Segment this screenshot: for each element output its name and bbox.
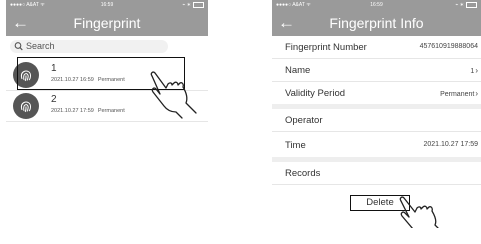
- divider: [272, 131, 481, 132]
- page-title: Fingerprint Info: [329, 15, 424, 31]
- status-time: 16:59: [100, 2, 114, 8]
- fingerprint-icon: [13, 93, 39, 119]
- fingerprint-meta: 2021.10.27 17:59 Permanent: [51, 108, 129, 114]
- chevron-right-icon: ›: [475, 89, 478, 98]
- info-row-name[interactable]: Name 1›: [272, 60, 481, 80]
- nav-bar: ← Fingerprint: [6, 11, 208, 35]
- row-value: 457610919888064: [419, 43, 478, 50]
- search-placeholder: Search: [26, 41, 55, 51]
- row-label: Fingerprint Number: [285, 42, 367, 53]
- divider: [272, 58, 481, 59]
- section-gap: [272, 104, 481, 109]
- info-row-validity-period[interactable]: Validity Period Permanent›: [272, 83, 481, 103]
- row-value: 2021.10.27 17:59: [423, 141, 479, 148]
- info-row-time: Time 2021.10.27 17:59: [272, 135, 481, 155]
- pointing-hand-icon: [150, 71, 197, 119]
- status-bar: ●●●●○ A&AT ᯤ 16:59 ⌁ ∗: [272, 1, 481, 10]
- fingerprint-datetime: 2021.10.27 17:59: [51, 108, 94, 114]
- fingerprint-list-screen: ●●●●○ A&AT ᯤ 16:59 ⌁ ∗ ← Fingerprint Sea…: [6, 0, 208, 228]
- fingerprint-name: 2: [51, 94, 57, 105]
- row-label: Operator: [285, 115, 323, 126]
- divider: [6, 121, 208, 122]
- status-bar: ●●●●○ A&AT ᯤ 16:59 ⌁ ∗: [6, 1, 208, 10]
- row-label: Records: [285, 168, 321, 179]
- status-right: ⌁ ∗: [182, 1, 204, 10]
- status-right: ⌁ ∗: [455, 1, 477, 10]
- info-row-operator: Operator: [272, 110, 481, 130]
- pointing-hand-icon: [399, 196, 439, 228]
- info-row-records[interactable]: Records: [272, 163, 481, 183]
- fingerprint-info-screen: ●●●●○ A&AT ᯤ 16:59 ⌁ ∗ ← Fingerprint Inf…: [272, 0, 481, 228]
- chevron-right-icon: ›: [475, 66, 478, 75]
- header: ●●●●○ A&AT ᯤ 16:59 ⌁ ∗ ← Fingerprint Inf…: [272, 0, 481, 36]
- row-value: Permanent›: [440, 89, 478, 98]
- section-gap: [272, 157, 481, 162]
- page-title: Fingerprint: [73, 15, 141, 31]
- nav-bar: ← Fingerprint Info: [272, 11, 481, 35]
- row-label: Validity Period: [285, 88, 346, 99]
- divider: [272, 184, 481, 185]
- search-input[interactable]: Search: [10, 40, 168, 53]
- row-value: 1›: [470, 66, 478, 75]
- search-icon: [14, 40, 23, 57]
- divider: [272, 81, 481, 82]
- battery-icon: [466, 1, 477, 8]
- battery-icon: [193, 1, 204, 8]
- row-label: Name: [285, 65, 311, 76]
- info-row-fingerprint-number: Fingerprint Number 457610919888064: [272, 37, 481, 57]
- row-label: Time: [285, 140, 306, 151]
- fingerprint-validity: Permanent: [97, 108, 125, 114]
- status-time: 16:59: [370, 2, 383, 8]
- header: ●●●●○ A&AT ᯤ 16:59 ⌁ ∗ ← Fingerprint: [6, 0, 208, 36]
